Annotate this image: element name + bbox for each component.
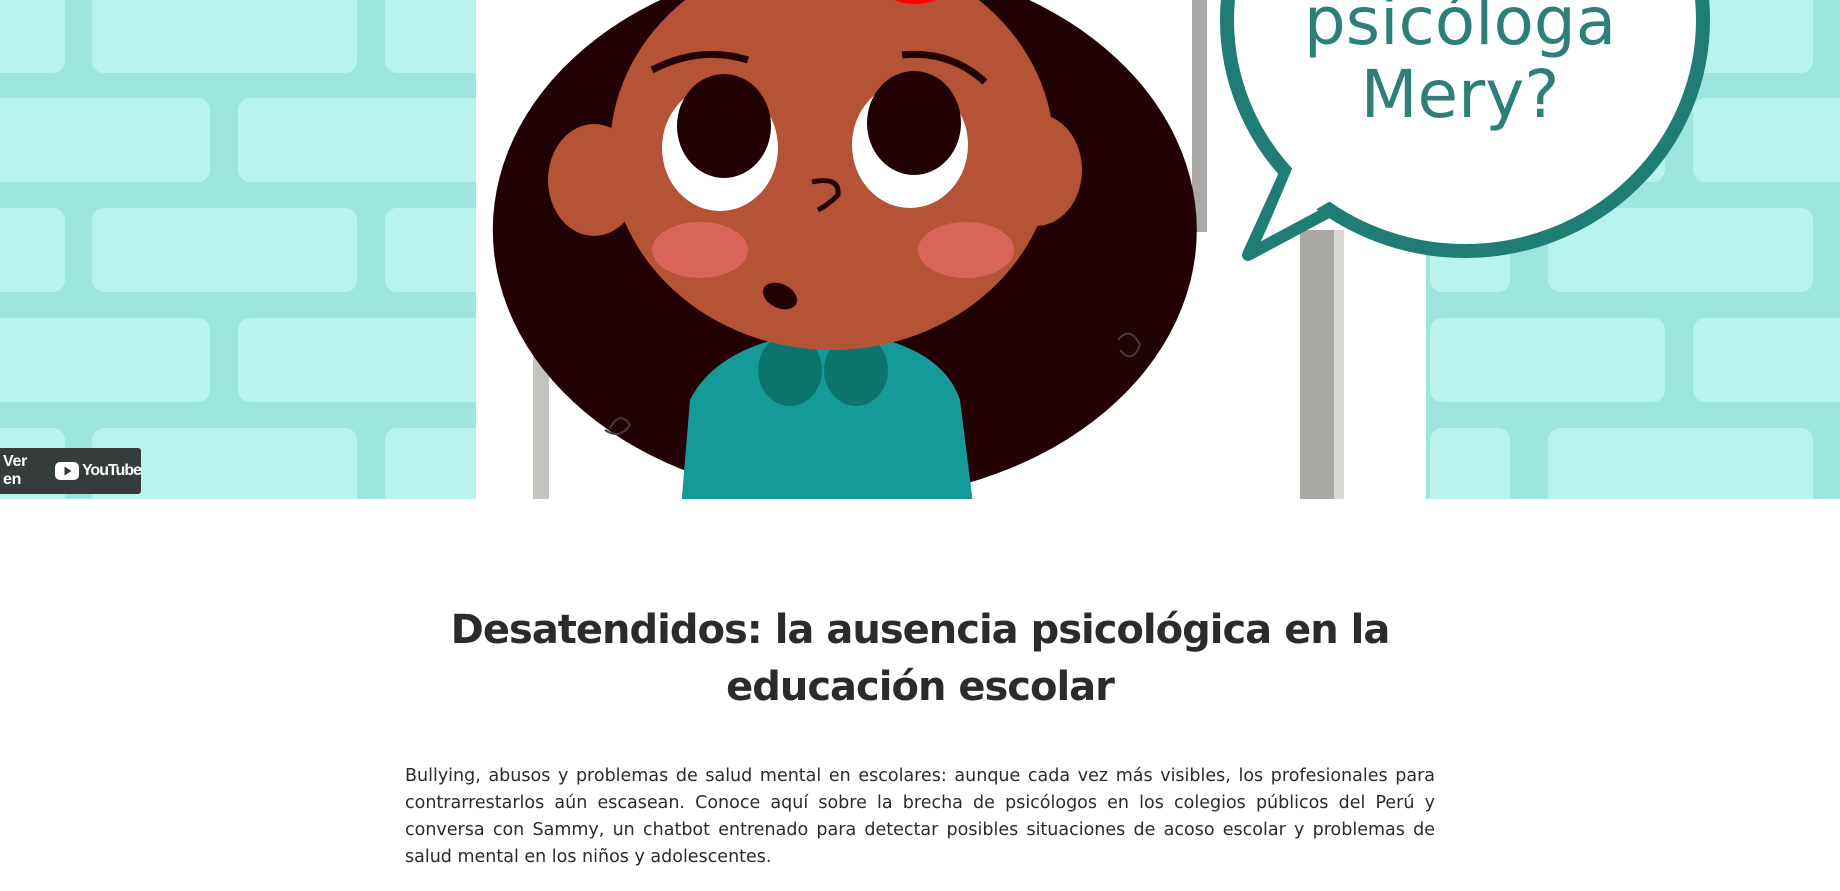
video-thumbnail[interactable]: psicóloga Mery?	[0, 0, 1840, 499]
bubble-line-1: psicóloga	[1304, 0, 1616, 60]
article-lead-paragraph: Bullying, abusos y problemas de salud me…	[405, 766, 1435, 867]
cheek-right	[918, 222, 1014, 278]
youtube-wordmark: YouTube	[81, 462, 142, 479]
article-section: Desatendidos: la ausencia psicológica en…	[0, 499, 1840, 871]
door-frame-top	[1192, 0, 1207, 232]
youtube-logo: YouTube	[54, 462, 142, 480]
cheek-left	[652, 222, 748, 278]
article-title: Desatendidos: la ausencia psicológica en…	[450, 607, 1391, 710]
bubble-line-2: Mery?	[1361, 56, 1560, 133]
door-frame-right	[1300, 230, 1334, 499]
eye-left-pupil	[677, 74, 771, 178]
eye-right-pupil	[867, 71, 961, 175]
watch-on-label: Ver en	[3, 453, 28, 488]
watch-on-youtube-button[interactable]: Ver en YouTube	[0, 448, 142, 494]
video-player[interactable]: psicóloga Mery? Ver en YouTube	[0, 0, 1840, 499]
youtube-play-icon	[54, 462, 79, 480]
